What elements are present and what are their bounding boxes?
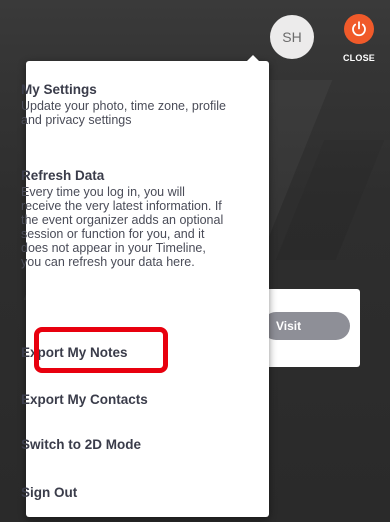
menu-item-title: Sign Out bbox=[21, 485, 78, 500]
menu-item-export-notes[interactable]: Export My Notes bbox=[21, 345, 226, 361]
menu-item-description: Update your photo, time zone, profile an… bbox=[21, 99, 226, 127]
menu-item-title: Export My Notes bbox=[21, 345, 128, 360]
menu-item-export-contacts[interactable]: Export My Contacts bbox=[21, 392, 226, 408]
menu-item-title: Export My Contacts bbox=[21, 392, 148, 407]
menu-item-description: Every time you log in, you will receive … bbox=[21, 185, 224, 269]
menu-item-refresh-data[interactable]: Refresh Data Every time you log in, you … bbox=[21, 168, 226, 269]
close-label: CLOSE bbox=[342, 53, 375, 63]
menu-item-title: My Settings bbox=[21, 82, 97, 97]
menu-item-switch-2d[interactable]: Switch to 2D Mode bbox=[21, 437, 226, 453]
menu-item-title: Switch to 2D Mode bbox=[21, 437, 142, 452]
close-button[interactable]: CLOSE bbox=[336, 14, 382, 70]
menu-item-sign-out[interactable]: Sign Out bbox=[21, 485, 226, 501]
avatar[interactable]: SH bbox=[270, 15, 314, 59]
power-icon bbox=[344, 14, 374, 44]
visit-button[interactable]: Visit bbox=[262, 312, 350, 340]
menu-item-title: Refresh Data bbox=[21, 168, 105, 183]
menu-item-my-settings[interactable]: My Settings Update your photo, time zone… bbox=[21, 82, 226, 127]
